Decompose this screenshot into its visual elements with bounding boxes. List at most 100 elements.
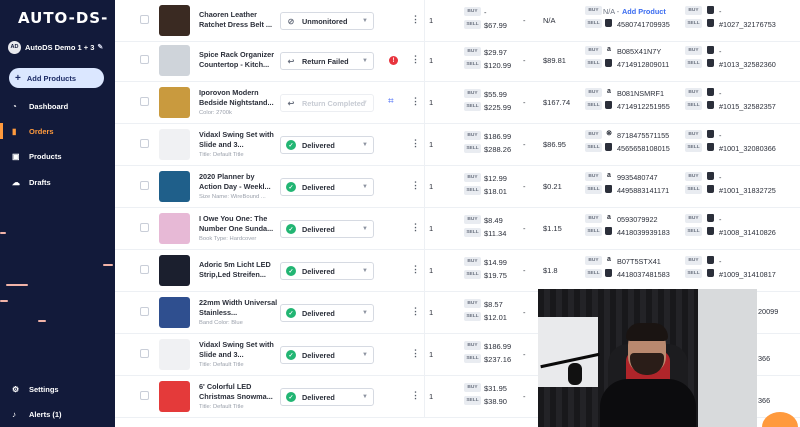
order-id[interactable]: #1009_31410817 xyxy=(719,270,776,279)
more-options-icon[interactable]: ⋮ xyxy=(411,180,420,191)
buy-tag: BUY xyxy=(464,257,481,266)
product-title[interactable]: Adoric 5m Licht LED Strip,Led Streifen..… xyxy=(199,260,279,280)
product-title[interactable]: 6' Colorful LED Christmas Snowma... xyxy=(199,382,279,402)
order-status-dropdown[interactable]: ✓ Delivered ▼ xyxy=(280,346,374,364)
row-checkbox[interactable] xyxy=(140,265,149,274)
more-options-icon[interactable]: ⋮ xyxy=(411,96,420,107)
table-row[interactable]: Vidaxl Swing Set with Slide and 3... Titl… xyxy=(115,124,800,166)
product-title[interactable]: Vidaxl Swing Set with Slide and 3... xyxy=(199,130,279,150)
pencil-icon[interactable]: ✎ xyxy=(97,43,103,51)
sell-sku[interactable]: 4565658108015 xyxy=(617,144,670,153)
product-title[interactable]: Spice Rack Organizer Countertop - Kitch.… xyxy=(199,50,279,70)
buy-price: $31.95 xyxy=(484,384,507,393)
buy-supplier-id[interactable]: B07T5STX41 xyxy=(617,257,661,266)
more-options-icon[interactable]: ⋮ xyxy=(411,54,420,65)
order-id[interactable]: #1027_32176753 xyxy=(719,20,776,29)
order-id[interactable]: #1013_32582360 xyxy=(719,60,776,69)
product-title[interactable]: 22mm Width Universal Stainless... xyxy=(199,298,279,318)
buy-tag: BUY xyxy=(585,130,602,139)
order-status-dropdown[interactable]: ✓ Delivered ▼ xyxy=(280,220,374,238)
row-checkbox[interactable] xyxy=(140,55,149,64)
table-row[interactable]: Iporovon Modern Bedside Nightstand... Col… xyxy=(115,82,800,124)
more-options-icon[interactable]: ⋮ xyxy=(411,222,420,233)
table-row[interactable]: Chaoren Leather Ratchet Dress Belt ... ⊘ U… xyxy=(115,0,800,42)
sell-sku[interactable]: 4580741709935 xyxy=(617,20,670,29)
buy-supplier-id[interactable]: 9935480747 xyxy=(617,173,658,182)
sidebar-item-alerts[interactable]: ♪ Alerts (1) xyxy=(0,406,115,422)
sidebar-item-drafts[interactable]: ☁ Drafts xyxy=(0,174,115,190)
buy-tag: BUY xyxy=(685,172,702,181)
belt-image[interactable] xyxy=(159,5,190,36)
snowman-image[interactable] xyxy=(159,381,190,412)
buy-supplier-id[interactable]: B081NSMRF1 xyxy=(617,89,664,98)
order-status-dropdown[interactable]: ✓ Delivered ▼ xyxy=(280,388,374,406)
more-options-icon[interactable]: ⋮ xyxy=(411,306,420,317)
row-checkbox[interactable] xyxy=(140,307,149,316)
row-checkbox[interactable] xyxy=(140,139,149,148)
more-options-icon[interactable]: ⋮ xyxy=(411,14,420,25)
order-id[interactable]: 366 xyxy=(758,396,770,405)
order-id[interactable]: #1001_32080366 xyxy=(719,144,776,153)
sidebar-item-settings[interactable]: ⚙ Settings xyxy=(0,381,115,397)
row-checkbox[interactable] xyxy=(140,181,149,190)
table-row[interactable]: Spice Rack Organizer Countertop - Kitch.… xyxy=(115,40,800,82)
more-options-icon[interactable]: ⋮ xyxy=(411,348,420,359)
more-options-icon[interactable]: ⋮ xyxy=(411,390,420,401)
spice-rack-image[interactable] xyxy=(159,45,190,76)
product-title[interactable]: Vidaxl Swing Set with Slide and 3... xyxy=(199,340,279,360)
watch-band-image[interactable] xyxy=(159,297,190,328)
autods-logo[interactable]: AUTO-DS- xyxy=(18,9,108,27)
order-id[interactable]: #1015_32582357 xyxy=(719,102,776,111)
sidebar-item-dashboard[interactable]: ◔ Dashboard xyxy=(0,98,115,114)
product-title[interactable]: Iporovon Modern Bedside Nightstand... xyxy=(199,88,279,108)
sidebar-item-products[interactable]: ▣ Products xyxy=(0,148,115,164)
led-strip-image[interactable] xyxy=(159,255,190,286)
row-checkbox[interactable] xyxy=(140,391,149,400)
row-checkbox[interactable] xyxy=(140,15,149,24)
gear-icon: ⚙ xyxy=(12,384,20,394)
lamp-image[interactable] xyxy=(159,87,190,118)
row-checkbox[interactable] xyxy=(140,97,149,106)
sidebar-item-orders[interactable]: ▮ Orders xyxy=(0,123,115,139)
order-status-dropdown[interactable]: ✓ Delivered ▼ xyxy=(280,304,374,322)
sell-sku[interactable]: 4418037481583 xyxy=(617,270,670,279)
order-status-dropdown[interactable]: ↩ Return Completed ▼ xyxy=(280,94,374,112)
sell-sku[interactable]: 4714912809011 xyxy=(617,60,669,69)
product-title[interactable]: 2020 Planner by Action Day - Weekl... xyxy=(199,172,279,192)
order-status-dropdown[interactable]: ✓ Delivered ▼ xyxy=(280,178,374,196)
order-id[interactable]: 20099 xyxy=(758,307,778,316)
table-row[interactable]: Adoric 5m Licht LED Strip,Led Streifen..… xyxy=(115,250,800,292)
scan-icon[interactable]: ⌗ xyxy=(388,97,398,107)
sell-sku[interactable]: 4418039939183 xyxy=(617,228,670,237)
sell-sku[interactable]: 4714912251955 xyxy=(617,102,670,111)
order-id[interactable]: 366 xyxy=(758,354,770,363)
order-status-dropdown[interactable]: ↩ Return Failed ▼ xyxy=(280,52,374,70)
order-status-label: Delivered xyxy=(302,350,335,360)
store-selector[interactable]: AD AutoDS Demo 1 + 3 ✎ xyxy=(8,40,103,54)
more-options-icon[interactable]: ⋮ xyxy=(411,264,420,275)
order-id[interactable]: #1001_31832725 xyxy=(719,186,776,195)
order-status-dropdown[interactable]: ✓ Delivered ▼ xyxy=(280,262,374,280)
sell-sku[interactable]: 4495883141171 xyxy=(617,186,669,195)
buy-supplier-id[interactable]: 8718475571155 xyxy=(617,131,669,140)
product-title[interactable]: I Owe You One: The Number One Sunda... xyxy=(199,214,279,234)
table-row[interactable]: 2020 Planner by Action Day - Weekl... Siz… xyxy=(115,166,800,208)
planner-image[interactable] xyxy=(159,171,190,202)
book-image[interactable] xyxy=(159,213,190,244)
product-title[interactable]: Chaoren Leather Ratchet Dress Belt ... xyxy=(199,10,279,30)
swing-set-image[interactable] xyxy=(159,129,190,160)
table-row[interactable]: I Owe You One: The Number One Sunda... Bo… xyxy=(115,208,800,250)
row-checkbox[interactable] xyxy=(140,223,149,232)
buy-supplier-id[interactable]: 0593079922 xyxy=(617,215,658,224)
more-options-icon[interactable]: ⋮ xyxy=(411,138,420,149)
swing-set-image[interactable] xyxy=(159,339,190,370)
row-checkbox[interactable] xyxy=(140,349,149,358)
order-id[interactable]: #1008_31410826 xyxy=(719,228,776,237)
add-products-button[interactable]: + Add Products xyxy=(9,68,104,88)
shopify-icon xyxy=(605,19,612,27)
buy-supplier-id[interactable]: B085X41N7Y xyxy=(617,47,661,56)
order-status-dropdown[interactable]: ✓ Delivered ▼ xyxy=(280,136,374,154)
add-product-link[interactable]: Add Product xyxy=(622,7,666,16)
order-status-dropdown[interactable]: ⊘ Unmonitored ▼ xyxy=(280,12,374,30)
alert-icon[interactable]: ! xyxy=(389,56,398,65)
